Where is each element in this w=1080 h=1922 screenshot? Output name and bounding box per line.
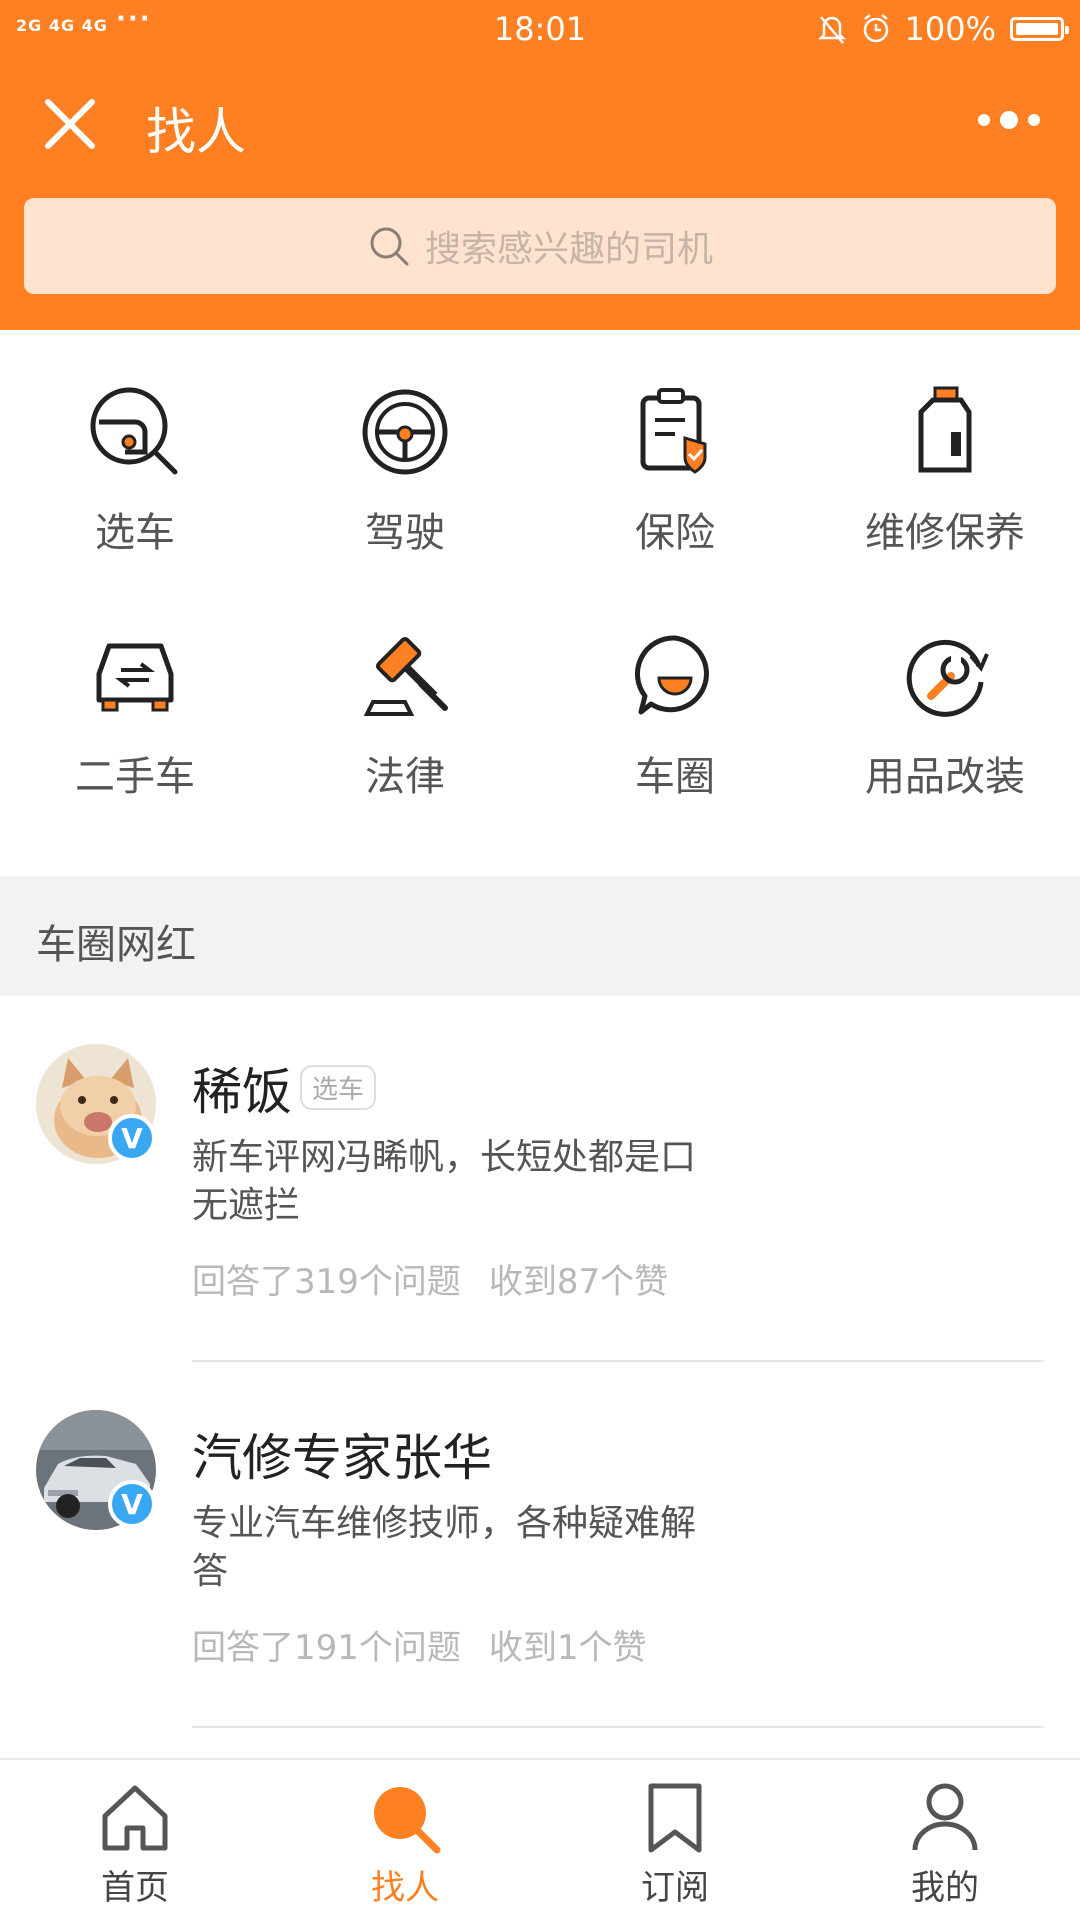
- search-icon: [370, 227, 409, 266]
- category-weixiubaoyang[interactable]: 维修保养: [810, 330, 1080, 570]
- user-description: 新车评网冯睎帆，长短处都是口 无遮拦: [192, 1134, 752, 1230]
- answers-count: 回答了319个问题: [192, 1262, 461, 1302]
- likes-count: 收到87个赞: [488, 1262, 669, 1302]
- nav-profile[interactable]: 我的: [810, 1780, 1080, 1920]
- category-grid: 选车 驾驶 保险 维修保养 二手车 法律 车圈 用品改装: [0, 330, 1080, 876]
- battery-icon: [1010, 17, 1069, 41]
- bookmark-icon: [648, 1783, 702, 1853]
- nav-label: 订阅: [641, 1868, 709, 1908]
- category-chequan[interactable]: 车圈: [540, 574, 810, 814]
- description-line: 答: [192, 1551, 229, 1592]
- status-icons: 100%: [817, 10, 1069, 48]
- category-falv[interactable]: 法律: [270, 574, 540, 814]
- car-search-icon: [90, 387, 178, 475]
- category-label: 维修保养: [865, 510, 1025, 556]
- title-bar: 找人: [0, 70, 1080, 180]
- answers-count: 回答了191个问题: [192, 1628, 461, 1668]
- gavel-icon: [363, 636, 448, 716]
- category-label: 用品改装: [865, 754, 1025, 800]
- likes-count: 收到1个赞: [488, 1628, 647, 1668]
- section-header: 车圈网红: [0, 876, 1080, 996]
- user-stats: 回答了191个问题 收到1个赞: [192, 1620, 647, 1669]
- category-baoxian[interactable]: 保险: [540, 330, 810, 570]
- category-label: 法律: [365, 754, 445, 800]
- description-line: 新车评网冯睎帆，长短处都是口: [192, 1137, 697, 1178]
- category-label: 二手车: [75, 754, 195, 800]
- alarm-icon: [863, 14, 888, 43]
- bottom-nav: 首页 找人 订阅 我的: [0, 1758, 1080, 1922]
- nav-subscribe[interactable]: 订阅: [540, 1780, 810, 1920]
- category-ershouche[interactable]: 二手车: [0, 574, 270, 814]
- search-input[interactable]: 搜索感兴趣的司机: [24, 198, 1056, 294]
- home-icon: [102, 1785, 168, 1851]
- user-description: 专业汽车维修技师，各种疑难解 答: [192, 1500, 752, 1596]
- header: 2G 4G 4G ··· 18:01 100% 找人 搜索感兴趣的司机: [0, 0, 1080, 330]
- description-line: 无遮拦: [192, 1185, 301, 1226]
- category-label: 驾驶: [365, 510, 445, 556]
- nav-label: 首页: [101, 1868, 169, 1908]
- user-name-text: 稀饭: [192, 1063, 292, 1121]
- status-bar: 2G 4G 4G ··· 18:01 100%: [0, 0, 1080, 58]
- description-line: 专业汽车维修技师，各种疑难解: [192, 1503, 697, 1544]
- list-item[interactable]: V 汽修专家张华 专业汽车维修技师，各种疑难解 答 回答了191个问题 收到1个…: [0, 1362, 1080, 1728]
- category-label: 车圈: [635, 754, 715, 800]
- oil-can-icon: [918, 386, 972, 473]
- search-icon: [374, 1787, 441, 1854]
- user-name[interactable]: 稀饭 选车: [192, 1052, 377, 1124]
- category-label: 保险: [635, 510, 715, 556]
- user-stats: 回答了319个问题 收到87个赞: [192, 1254, 668, 1303]
- section-title: 车圈网红: [36, 922, 196, 968]
- search-placeholder: 搜索感兴趣的司机: [424, 229, 713, 270]
- close-icon[interactable]: [38, 92, 102, 156]
- chat-bubble-icon: [634, 635, 709, 715]
- divider: [192, 1726, 1044, 1728]
- verified-badge: V: [108, 1480, 156, 1528]
- insurance-clipboard-icon: [640, 388, 707, 474]
- nav-label: 我的: [911, 1868, 979, 1908]
- used-car-icon: [96, 643, 174, 712]
- nav-find-people[interactable]: 找人: [270, 1780, 540, 1920]
- category-label: 选车: [95, 510, 175, 556]
- bell-muted-icon: [817, 16, 846, 44]
- wrench-refresh-icon: [906, 639, 989, 717]
- page-title: 找人: [146, 103, 246, 161]
- category-jiashi[interactable]: 驾驶: [270, 330, 540, 570]
- user-name-text: 汽修专家张华: [192, 1429, 492, 1487]
- user-name[interactable]: 汽修专家张华: [192, 1418, 492, 1490]
- battery-percent: 100%: [904, 10, 996, 48]
- category-yongpingaizhuang[interactable]: 用品改装: [810, 574, 1080, 814]
- nav-label: 找人: [371, 1868, 439, 1908]
- steering-wheel-icon: [362, 389, 448, 475]
- list-item[interactable]: V 稀饭 选车 新车评网冯睎帆，长短处都是口 无遮拦 回答了319个问题 收到87…: [0, 996, 1080, 1362]
- category-tag[interactable]: 选车: [300, 1065, 377, 1110]
- more-options-icon[interactable]: [974, 100, 1044, 140]
- nav-home[interactable]: 首页: [0, 1780, 270, 1920]
- verified-badge: V: [108, 1114, 156, 1162]
- category-xuanche[interactable]: 选车: [0, 330, 270, 570]
- user-icon: [912, 1783, 978, 1851]
